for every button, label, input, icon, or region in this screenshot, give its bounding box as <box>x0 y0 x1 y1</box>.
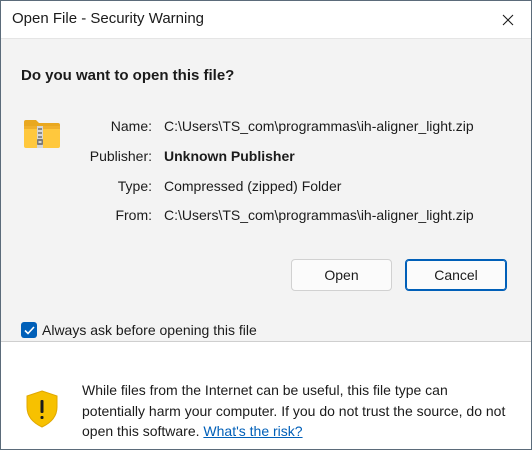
whats-the-risk-link[interactable]: What's the risk? <box>203 423 302 439</box>
type-value: Compressed (zipped) Folder <box>164 178 342 194</box>
name-label: Name: <box>110 118 152 134</box>
publisher-value: Unknown Publisher <box>164 148 295 164</box>
type-row: Type: Compressed (zipped) Folder <box>1 178 531 198</box>
warning-message: While files from the Internet can be use… <box>82 380 512 442</box>
dialog-question: Do you want to open this file? <box>21 67 235 84</box>
close-icon <box>502 14 514 25</box>
close-button[interactable] <box>485 1 531 38</box>
type-label: Type: <box>117 178 152 194</box>
security-warning-dialog: Open File - Security Warning Do you want… <box>0 0 532 450</box>
warning-shield-icon <box>26 390 58 428</box>
always-ask-checkbox[interactable] <box>21 322 37 338</box>
window-title: Open File - Security Warning <box>12 10 205 27</box>
warning-footer: While files from the Internet can be use… <box>1 342 531 449</box>
cancel-button[interactable]: Cancel <box>405 259 507 291</box>
checkmark-icon <box>23 325 35 335</box>
dialog-content: Do you want to open this file? Name: C:\… <box>1 38 531 341</box>
from-label: From: <box>115 207 152 223</box>
always-ask-row: Always ask before opening this file <box>21 321 257 339</box>
open-button[interactable]: Open <box>291 259 392 291</box>
publisher-label: Publisher: <box>89 148 152 164</box>
from-row: From: C:\Users\TS_com\programmas\ih-alig… <box>1 207 531 227</box>
publisher-row: Publisher: Unknown Publisher <box>1 148 531 168</box>
title-bar: Open File - Security Warning <box>1 1 531 38</box>
always-ask-label[interactable]: Always ask before opening this file <box>42 322 257 338</box>
from-value: C:\Users\TS_com\programmas\ih-aligner_li… <box>164 207 474 223</box>
name-value: C:\Users\TS_com\programmas\ih-aligner_li… <box>164 118 474 134</box>
name-row: Name: C:\Users\TS_com\programmas\ih-alig… <box>1 118 531 138</box>
